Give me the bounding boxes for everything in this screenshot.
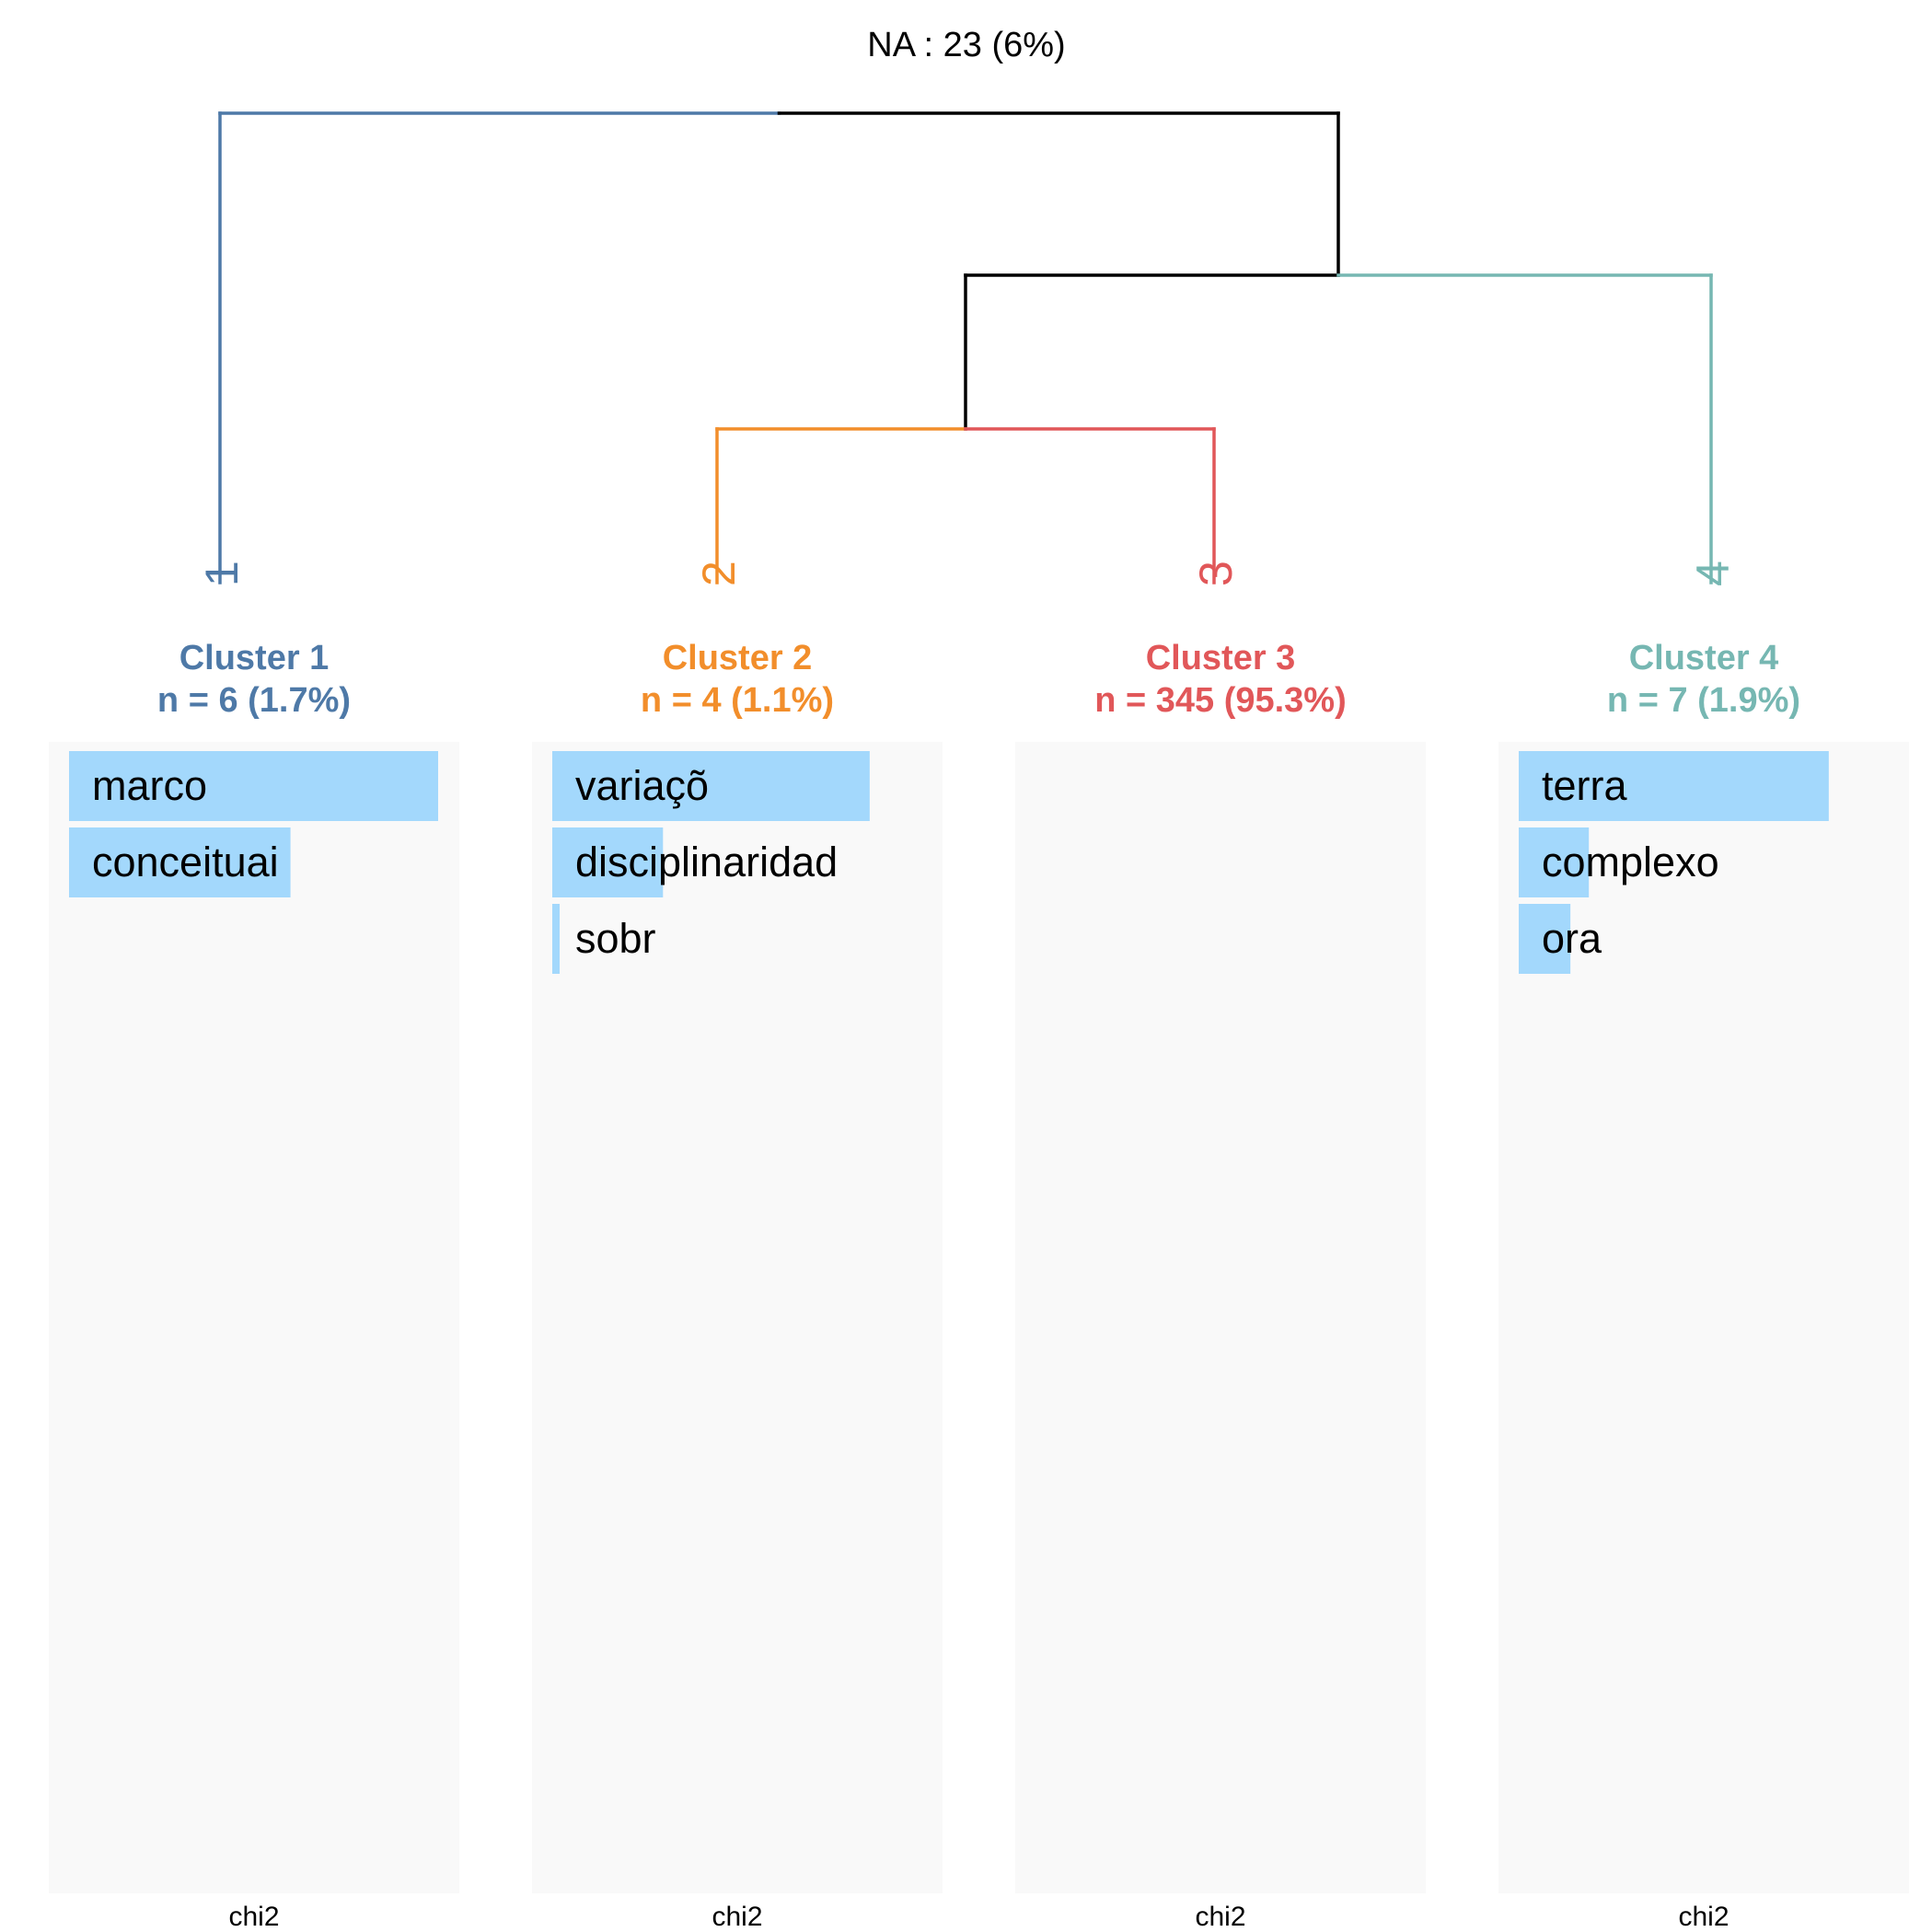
panel-background-1 xyxy=(49,742,459,1893)
term-label: variaçõ xyxy=(575,762,709,809)
panel-background-3 xyxy=(1015,742,1426,1893)
x-axis-label-2: chi2 xyxy=(711,1902,762,1932)
cluster-size-1: n = 6 (1.7%) xyxy=(157,681,351,720)
cluster-panel-3: Cluster 3 n = 345 (95.3%) chi2 xyxy=(1015,639,1426,1932)
term-label: complexo xyxy=(1542,839,1719,885)
cluster-title-4: Cluster 4 xyxy=(1629,639,1779,677)
term-label: terra xyxy=(1542,762,1628,809)
term-label: disciplinaridad xyxy=(575,839,838,885)
cluster-title-3: Cluster 3 xyxy=(1146,639,1296,677)
chart-title: NA : 23 (6%) xyxy=(867,26,1065,64)
x-axis-label-1: chi2 xyxy=(228,1902,279,1932)
term-label: sobr xyxy=(575,915,656,962)
cluster-panel-2: Cluster 2 n = 4 (1.1%) variaçõ disciplinari… xyxy=(532,639,943,1932)
leaf-label-1: 1 xyxy=(196,561,248,586)
cluster-size-2: n = 4 (1.1%) xyxy=(641,681,834,720)
dendrogram: 1 2 3 4 xyxy=(196,111,1739,586)
cluster-chart: NA : 23 (6%) 1 2 3 4 Cluster 1 n = 6 (1.7%) m… xyxy=(49,26,1909,1932)
cluster-panel-1: Cluster 1 n = 6 (1.7%) marco conceituai chi2 xyxy=(49,639,459,1932)
cluster-title-1: Cluster 1 xyxy=(179,639,330,677)
cluster-panel-4: Cluster 4 n = 7 (1.9%) terra complexo ora chi… xyxy=(1498,639,1909,1932)
leaf-label-3: 3 xyxy=(1190,561,1242,586)
chi2-bar xyxy=(552,904,561,974)
cluster-panels: Cluster 1 n = 6 (1.7%) marco conceituai chi2… xyxy=(49,639,1909,1932)
term-label: conceituai xyxy=(92,839,279,885)
cluster-size-3: n = 345 (95.3%) xyxy=(1094,681,1347,720)
term-label: ora xyxy=(1542,915,1602,962)
leaf-label-4: 4 xyxy=(1687,561,1739,586)
cluster-size-4: n = 7 (1.9%) xyxy=(1607,681,1800,720)
leaf-label-2: 2 xyxy=(693,561,745,586)
term-label: marco xyxy=(92,762,207,809)
cluster-title-2: Cluster 2 xyxy=(663,639,813,677)
x-axis-label-4: chi2 xyxy=(1678,1902,1729,1932)
x-axis-label-3: chi2 xyxy=(1195,1902,1245,1932)
